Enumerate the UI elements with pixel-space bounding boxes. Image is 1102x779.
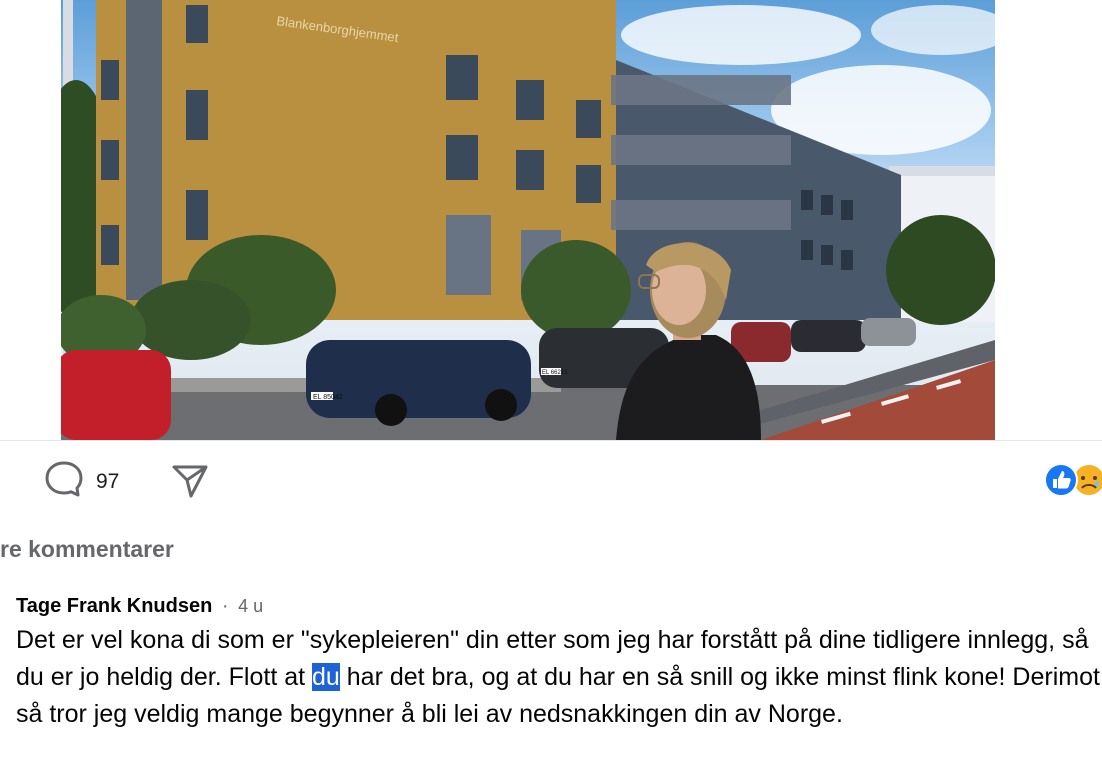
reactions-summary[interactable]	[1043, 462, 1102, 498]
post-photo[interactable]: Blankenborghjemmet EL 85042 EL 66213	[61, 0, 995, 440]
share-icon	[170, 460, 210, 505]
comment-author[interactable]: Tage Frank Knudsen	[16, 595, 212, 617]
view-more-comments-link[interactable]: re kommentarer	[0, 536, 174, 563]
comment-time[interactable]: 4 u	[238, 596, 263, 616]
like-icon	[1044, 463, 1078, 497]
comment-body: Det er vel kona di som er "sykepleieren"…	[16, 622, 1102, 733]
street-scene: Blankenborghjemmet EL 85042 EL 66213	[61, 0, 995, 440]
comment-icon	[44, 459, 84, 504]
post-divider	[0, 440, 1102, 441]
selected-text: du	[312, 663, 340, 691]
comment-count: 97	[96, 469, 120, 493]
share-button[interactable]	[170, 460, 210, 505]
separator-dot: ·	[221, 595, 229, 617]
comment-header: Tage Frank Knudsen · 4 u	[16, 595, 263, 618]
license-plate: EL 85042	[313, 394, 343, 401]
license-plate-2: EL 66213	[542, 370, 568, 376]
comment-button[interactable]: 97	[44, 459, 119, 504]
